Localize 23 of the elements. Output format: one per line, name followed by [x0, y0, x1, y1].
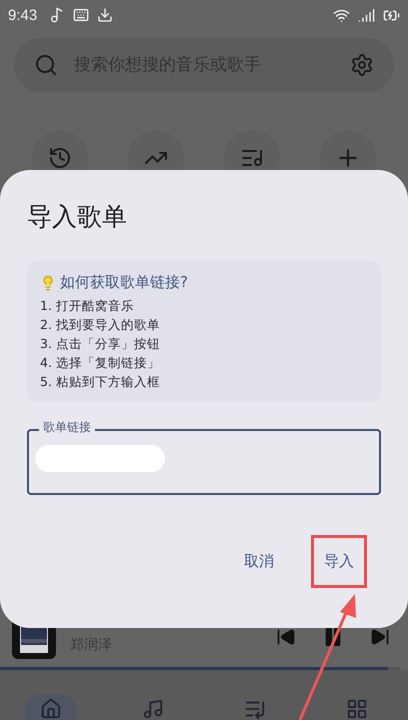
settings-icon[interactable]	[350, 53, 374, 77]
next-icon	[370, 627, 390, 647]
dialog-button[interactable]: 取消	[231, 535, 287, 588]
previous-icon	[276, 627, 296, 647]
signal-icon	[358, 6, 375, 24]
music-note-icon	[142, 698, 164, 720]
search-icon	[34, 53, 58, 77]
status-time: 9:43	[8, 6, 38, 24]
help-heading: 如何获取歌单链接?	[60, 273, 188, 292]
keyboard-icon	[73, 7, 90, 23]
help-step: 4. 选择「复制链接」	[40, 354, 367, 371]
dialog-title: 导入歌单	[27, 201, 128, 233]
download-icon	[97, 7, 114, 23]
home-icon	[40, 698, 62, 720]
help-step: 1. 打开酷窝音乐	[40, 297, 367, 314]
help-step: 3. 点击「分享」按钮	[40, 335, 367, 352]
history-icon	[48, 146, 72, 170]
music-note-icon	[49, 7, 66, 23]
help-step: 2. 找到要导入的歌单	[40, 316, 367, 333]
grid-icon	[346, 698, 368, 720]
field-label: 歌单链接	[39, 419, 95, 436]
dialog-button[interactable]: 导入	[311, 535, 367, 588]
help-step: 5. 粘贴到下方输入框	[40, 373, 367, 390]
